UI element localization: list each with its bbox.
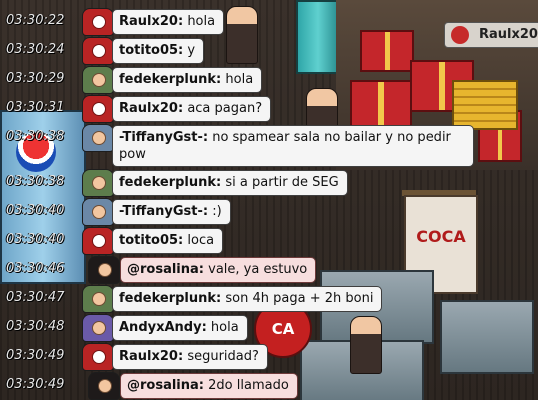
chat-message: hola [225, 72, 254, 87]
timestamp: 03:30:40 [6, 203, 65, 218]
green-avatar-icon [82, 285, 114, 313]
timestamp: 03:30:49 [6, 377, 65, 392]
chat-bubble[interactable]: @rosalina: vale, ya estuvo [120, 257, 317, 283]
timestamp: 03:30:29 [6, 71, 65, 86]
chat-username: @rosalina: [127, 262, 204, 277]
chat-message: si a partir de SEG [225, 175, 339, 190]
red-santa-avatar-icon [82, 8, 114, 36]
chat-bubble[interactable]: totito05: y [112, 38, 205, 64]
chat-message: :) [212, 204, 222, 219]
chat-message: 2do llamado [208, 378, 289, 393]
chat-bubble[interactable]: -TiffanyGst-: no spamear sala no bailar … [112, 125, 474, 167]
timestamp: 03:30:49 [6, 348, 65, 363]
chat-username: Raulx20: [119, 101, 184, 116]
chat-bubble[interactable]: @rosalina: 2do llamado [120, 373, 298, 399]
chat-bubble[interactable]: fedekerplunk: si a partir de SEG [112, 170, 348, 196]
chat-bubble[interactable]: fedekerplunk: son 4h paga + 2h boni [112, 286, 383, 312]
blue-avatar-icon [82, 198, 114, 226]
chat-username: totito05: [119, 233, 184, 248]
chat-message: hola [187, 14, 216, 29]
black-avatar-icon [88, 372, 120, 400]
chat-username: -TiffanyGst-: [119, 204, 209, 219]
chat-message: y [187, 43, 196, 58]
chat-username: Raulx20: [119, 14, 184, 29]
red-santa-avatar-icon [82, 95, 114, 123]
chat-username: AndyxAndy: [119, 320, 207, 335]
chat-log: 03:30:22 Raulx20: hola 03:30:24 totito05… [0, 0, 538, 400]
chat-bubble[interactable]: fedekerplunk: hola [112, 67, 263, 93]
timestamp: 03:30:38 [6, 129, 65, 144]
chat-bubble[interactable]: Raulx20: seguridad? [112, 344, 268, 370]
chat-username: fedekerplunk: [119, 291, 222, 306]
blue-avatar-icon [82, 124, 114, 152]
chat-username: fedekerplunk: [119, 72, 222, 87]
purple-avatar-icon [82, 314, 114, 342]
timestamp: 03:30:22 [6, 13, 65, 28]
chat-bubble[interactable]: totito05: loca [112, 228, 224, 254]
red-santa-avatar-icon [82, 37, 114, 65]
chat-bubble[interactable]: Raulx20: aca pagan? [112, 96, 272, 122]
timestamp: 03:30:47 [6, 290, 65, 305]
chat-username: -TiffanyGst-: [119, 130, 209, 145]
timestamp: 03:30:40 [6, 232, 65, 247]
red-santa-avatar-icon [82, 227, 114, 255]
chat-message: hola [210, 320, 239, 335]
chat-username: @rosalina: [127, 378, 204, 393]
green-avatar-icon [82, 66, 114, 94]
green-avatar-icon [82, 169, 114, 197]
timestamp: 03:30:24 [6, 42, 65, 57]
chat-message: vale, ya estuvo [208, 262, 308, 277]
timestamp: 03:30:48 [6, 319, 65, 334]
chat-bubble[interactable]: -TiffanyGst-: :) [112, 199, 231, 225]
chat-bubble[interactable]: Raulx20: hola [112, 9, 225, 35]
chat-message: seguridad? [187, 349, 259, 364]
chat-username: totito05: [119, 43, 184, 58]
timestamp: 03:30:38 [6, 174, 65, 189]
chat-message: aca pagan? [187, 101, 263, 116]
chat-username: fedekerplunk: [119, 175, 222, 190]
chat-bubble[interactable]: AndyxAndy: hola [112, 315, 248, 341]
chat-username: Raulx20: [119, 349, 184, 364]
timestamp: 03:30:31 [6, 100, 65, 115]
red-santa-avatar-icon [82, 343, 114, 371]
timestamp: 03:30:46 [6, 261, 65, 276]
chat-message: loca [187, 233, 215, 248]
chat-message: son 4h paga + 2h boni [225, 291, 374, 306]
black-avatar-icon [88, 256, 120, 284]
